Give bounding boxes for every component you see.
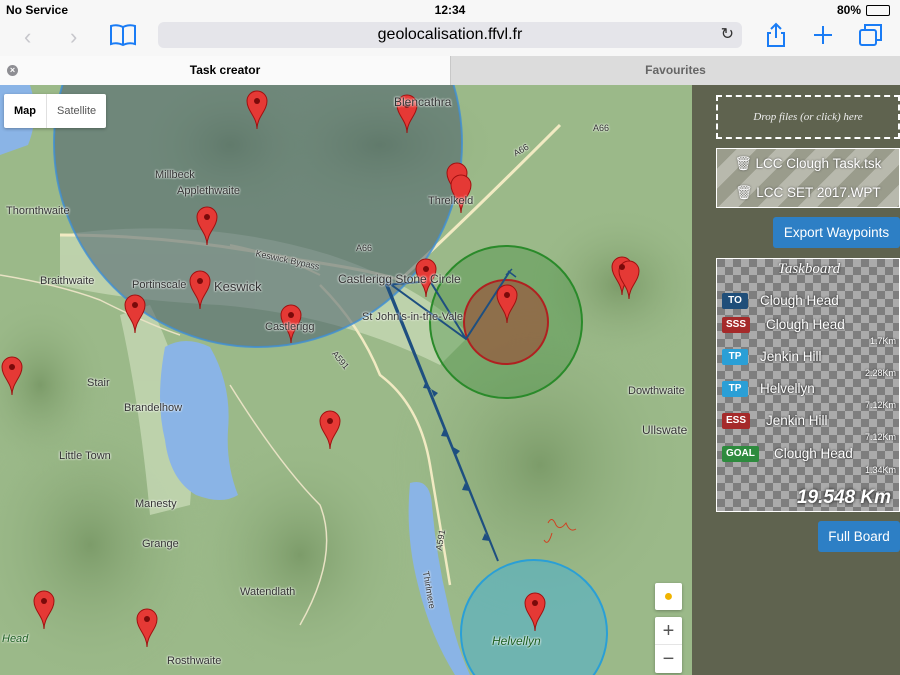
zoom-in-button[interactable]: + xyxy=(655,617,682,645)
place-label: Castlerigg Stone Circle xyxy=(338,272,461,286)
tabs-overview-icon[interactable] xyxy=(858,23,884,47)
turnpoint-type-badge: TP xyxy=(722,381,748,397)
place-label: Little Town xyxy=(59,450,111,462)
file-drop-zone[interactable]: Drop files (or click) here xyxy=(716,95,900,139)
status-bar: No Service 12:34 80% xyxy=(0,0,900,20)
turnpoint-row[interactable]: TP Helvellyn xyxy=(722,379,897,399)
place-label: Blencathra xyxy=(394,95,452,109)
turnpoint-row[interactable]: ESS Jenkin Hill xyxy=(722,411,897,431)
turnpoint-name: Clough Head xyxy=(766,317,845,332)
place-label: Watendlath xyxy=(240,586,296,598)
place-label: Manesty xyxy=(135,498,177,510)
place-label: Thornthwaite xyxy=(6,205,70,217)
reload-icon[interactable]: ↻ xyxy=(721,22,734,48)
map-view[interactable]: Millbeck Applethwaite Thornthwaite Brait… xyxy=(0,85,692,675)
map-type-map-button[interactable]: Map xyxy=(4,94,46,128)
place-label: Stair xyxy=(87,377,110,389)
road-label: A66 xyxy=(356,243,373,253)
turnpoint-type-badge: SSS xyxy=(722,317,751,333)
export-waypoints-button[interactable]: Export Waypoints xyxy=(773,217,900,248)
street-view-pegman-icon[interactable]: ● xyxy=(655,583,682,610)
tab-favourites[interactable]: Favourites xyxy=(450,56,900,85)
place-label: Rosthwaite xyxy=(167,655,222,667)
turnpoint-row[interactable]: GOAL Clough Head xyxy=(722,444,897,464)
turnpoint-name: Jenkin Hill xyxy=(766,413,828,428)
close-tab-icon[interactable]: × xyxy=(7,65,18,76)
map-type-control: Map Satellite xyxy=(4,94,107,128)
url-text: geolocalisation.ffvl.fr xyxy=(377,26,523,43)
leg-distance: 7.12Km xyxy=(864,400,896,410)
road-label: A66 xyxy=(593,123,610,133)
place-label: Grange xyxy=(142,538,179,550)
bookmarks-icon[interactable] xyxy=(109,23,137,47)
place-label: Helvellyn xyxy=(492,634,541,648)
clock: 12:34 xyxy=(434,3,466,17)
map-type-satellite-button[interactable]: Satellite xyxy=(46,94,106,128)
place-label: Portinscale xyxy=(132,279,187,291)
battery-indicator: 80% xyxy=(837,3,890,17)
tab-label: Task creator xyxy=(189,63,261,77)
browser-tabs: × Task creator Favourites xyxy=(0,56,900,85)
browser-toolbar: ‹ › geolocalisation.ffvl.fr ↻ xyxy=(0,20,900,56)
place-label: Threlkeld xyxy=(428,195,474,207)
total-distance: 19.548 Km xyxy=(796,487,891,508)
place-label: Millbeck xyxy=(155,169,195,181)
address-bar[interactable]: geolocalisation.ffvl.fr ↻ xyxy=(158,22,742,48)
turnpoint-type-badge: TP xyxy=(722,349,748,365)
battery-percent: 80% xyxy=(836,3,861,17)
leg-distance: 2.28Km xyxy=(864,368,896,378)
file-item[interactable]: 🗑 LCC Clough Task.tsk xyxy=(717,149,899,178)
share-icon[interactable] xyxy=(765,22,787,48)
back-icon[interactable]: ‹ xyxy=(24,24,31,50)
leg-distance: 1.34Km xyxy=(864,465,896,475)
tab-label: Favourites xyxy=(645,63,706,77)
zoom-out-button[interactable]: − xyxy=(655,645,682,673)
taskboard: Taskboard TO Clough Head SSS Clough Head… xyxy=(716,258,900,512)
zoom-control: + − xyxy=(655,617,682,673)
turnpoint-type-badge: ESS xyxy=(722,413,751,429)
place-label: Dowthwaite xyxy=(628,385,685,397)
file-item[interactable]: 🗑 LCC SET 2017.WPT xyxy=(717,178,899,207)
turnpoint-row[interactable]: TO Clough Head xyxy=(722,291,897,311)
taskboard-title: Taskboard xyxy=(777,261,841,277)
place-label: Castlerigg xyxy=(265,321,315,333)
turnpoint-type-badge: GOAL xyxy=(722,446,759,462)
place-label: Ullswate xyxy=(642,423,688,437)
place-label: Applethwaite xyxy=(177,185,240,197)
place-label: Braithwaite xyxy=(40,275,95,287)
turnpoint-name: Clough Head xyxy=(774,446,853,461)
place-label: Keswick xyxy=(214,279,262,294)
turnpoint-row[interactable]: TP Jenkin Hill xyxy=(722,347,897,367)
place-label: Head xyxy=(2,633,29,645)
leg-distance: 7.12Km xyxy=(864,432,896,442)
new-tab-icon[interactable] xyxy=(812,24,834,46)
turnpoint-type-badge: TO xyxy=(722,293,748,309)
turnpoint-name: Clough Head xyxy=(760,293,839,308)
full-board-button[interactable]: Full Board xyxy=(818,521,900,552)
tab-task-creator[interactable]: × Task creator xyxy=(0,56,450,85)
turnpoint-name: Helvellyn xyxy=(760,381,815,396)
forward-icon[interactable]: › xyxy=(70,24,77,50)
turnpoint-row[interactable]: SSS Clough Head xyxy=(722,315,897,335)
turnpoint-name: Jenkin Hill xyxy=(760,349,822,364)
place-label: St John's-in-the-Vale xyxy=(362,311,463,323)
task-panel: Drop files (or click) here 🗑 LCC Clough … xyxy=(692,85,900,675)
battery-icon xyxy=(866,4,890,16)
leg-distance: 1.7Km xyxy=(869,336,896,346)
loaded-files-list: 🗑 LCC Clough Task.tsk 🗑 LCC SET 2017.WPT xyxy=(716,148,900,208)
place-label: Brandelhow xyxy=(124,402,183,414)
